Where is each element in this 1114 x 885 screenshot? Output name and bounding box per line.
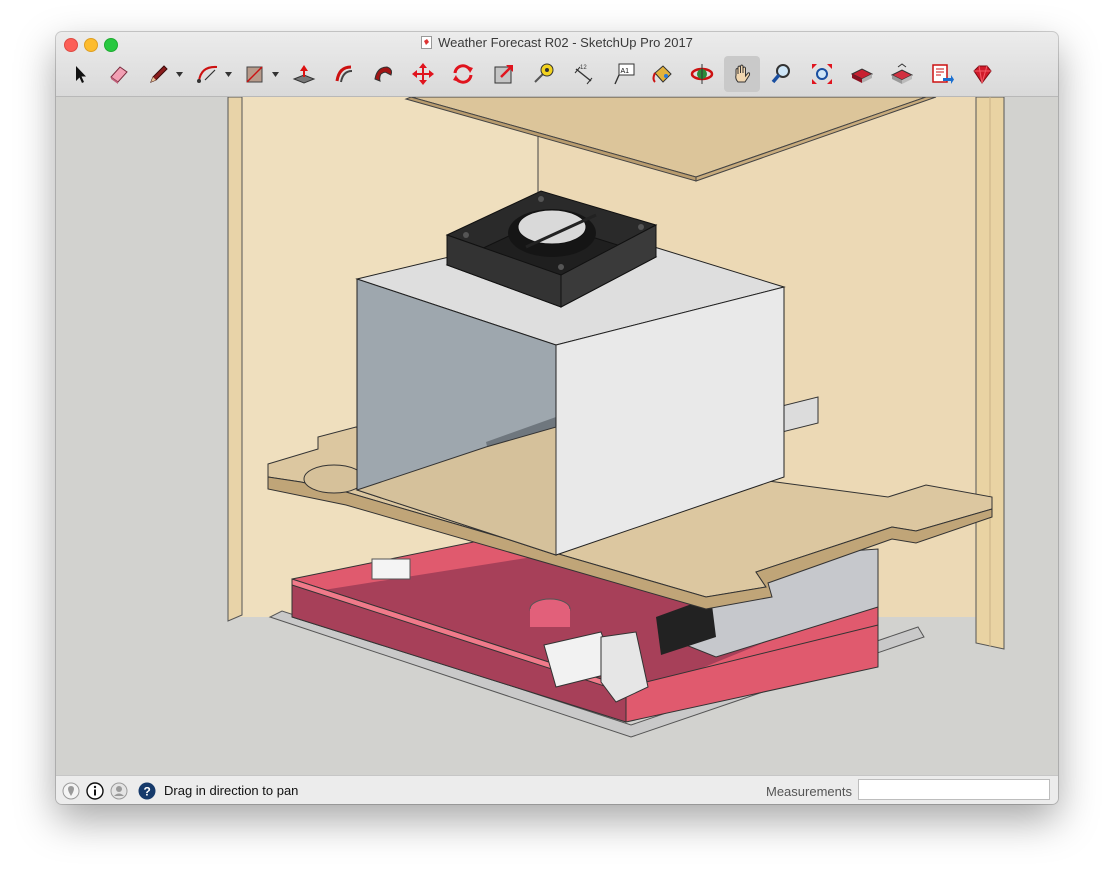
fan-screw-1 [463, 232, 469, 238]
warehouse-icon [850, 68, 874, 83]
rectangle-tool-dropdown-icon[interactable] [272, 72, 279, 77]
scale-icon [494, 65, 513, 84]
share-model-tool-button[interactable] [884, 56, 920, 92]
text-tool-label: A1 [621, 68, 630, 75]
select-tool-button[interactable] [62, 56, 98, 92]
arc-tool-dropdown-icon[interactable] [225, 72, 232, 77]
svg-text:12: 12 [580, 65, 587, 71]
dimension-icon: 12 [574, 65, 593, 85]
ruby-icon [973, 65, 992, 84]
tape-measure-icon [534, 63, 554, 83]
text-tool-button[interactable]: A1 [606, 56, 642, 92]
eraser-icon [110, 66, 128, 84]
status-bar: ? Drag in direction to pan Measurements [56, 775, 1058, 804]
line-tool-dropdown-icon[interactable] [176, 72, 183, 77]
follow-me-tool-button[interactable] [366, 56, 402, 92]
user-account-icon[interactable] [110, 782, 128, 800]
magnifier-icon [771, 64, 790, 84]
orbit-icon [690, 64, 714, 84]
geo-location-icon[interactable] [62, 782, 80, 800]
app-window: Weather Forecast R02 - SketchUp Pro 2017 [56, 32, 1058, 804]
white-block [371, 558, 411, 580]
offset-icon [335, 65, 353, 83]
tape-measure-tool-button[interactable] [526, 56, 562, 92]
layout-icon [932, 64, 954, 84]
text-icon: A1 [614, 63, 635, 85]
fan-screw-4 [558, 264, 564, 270]
fan-screw-2 [538, 196, 544, 202]
rotate-icon [453, 64, 473, 84]
zoom-extents-icon [812, 64, 832, 84]
model-viewport[interactable] [56, 97, 1058, 775]
model-info-icon[interactable] [86, 782, 104, 800]
3d-model-scene[interactable] [56, 97, 1058, 775]
rectangle-icon [246, 66, 263, 83]
status-message: Drag in direction to pan [164, 783, 299, 798]
layout-tool-button[interactable] [924, 56, 960, 92]
arrow-icon [76, 66, 86, 83]
document-icon [421, 36, 433, 49]
scale-tool-button[interactable] [486, 56, 522, 92]
large-tool-set-toolbar: 12 A1 [56, 54, 1058, 96]
eraser-tool-button[interactable] [101, 56, 137, 92]
follow-me-icon [374, 66, 392, 82]
paint-bucket-icon [652, 65, 672, 83]
pencil-icon [150, 65, 168, 83]
zoom-extents-tool-button[interactable] [804, 56, 840, 92]
pan-tool-button[interactable] [724, 56, 760, 92]
orbit-tool-button[interactable] [684, 56, 720, 92]
move-icon [412, 63, 434, 85]
push-pull-icon [292, 65, 316, 84]
move-tool-button[interactable] [405, 56, 441, 92]
title-bar: Weather Forecast R02 - SketchUp Pro 2017 [56, 32, 1058, 97]
hand-icon [735, 64, 751, 83]
share-model-icon [890, 63, 914, 84]
help-icon[interactable]: ? [138, 782, 156, 800]
fan-hub [517, 209, 587, 245]
measurements-label: Measurements [766, 784, 852, 799]
paint-bucket-tool-button[interactable] [644, 56, 680, 92]
offset-tool-button[interactable] [326, 56, 362, 92]
window-title-area: Weather Forecast R02 - SketchUp Pro 2017 [56, 35, 1058, 50]
arc-tool-button[interactable] [190, 56, 226, 92]
zoom-tool-button[interactable] [764, 56, 800, 92]
dimension-tool-button[interactable]: 12 [566, 56, 602, 92]
measurements-input[interactable] [858, 779, 1050, 800]
svg-text:?: ? [144, 785, 151, 799]
extension-warehouse-tool-button[interactable] [964, 56, 1000, 92]
3d-warehouse-tool-button[interactable] [844, 56, 880, 92]
push-pull-tool-button[interactable] [286, 56, 322, 92]
fan-screw-3 [638, 224, 644, 230]
shelf-cutout [303, 464, 365, 494]
line-tool-button[interactable] [141, 56, 177, 92]
rotate-tool-button[interactable] [445, 56, 481, 92]
rectangle-tool-button[interactable] [237, 56, 273, 92]
window-title: Weather Forecast R02 - SketchUp Pro 2017 [438, 35, 693, 50]
pump-cap-body [530, 609, 570, 627]
left-side-board [227, 97, 243, 622]
arc-icon [197, 65, 218, 83]
